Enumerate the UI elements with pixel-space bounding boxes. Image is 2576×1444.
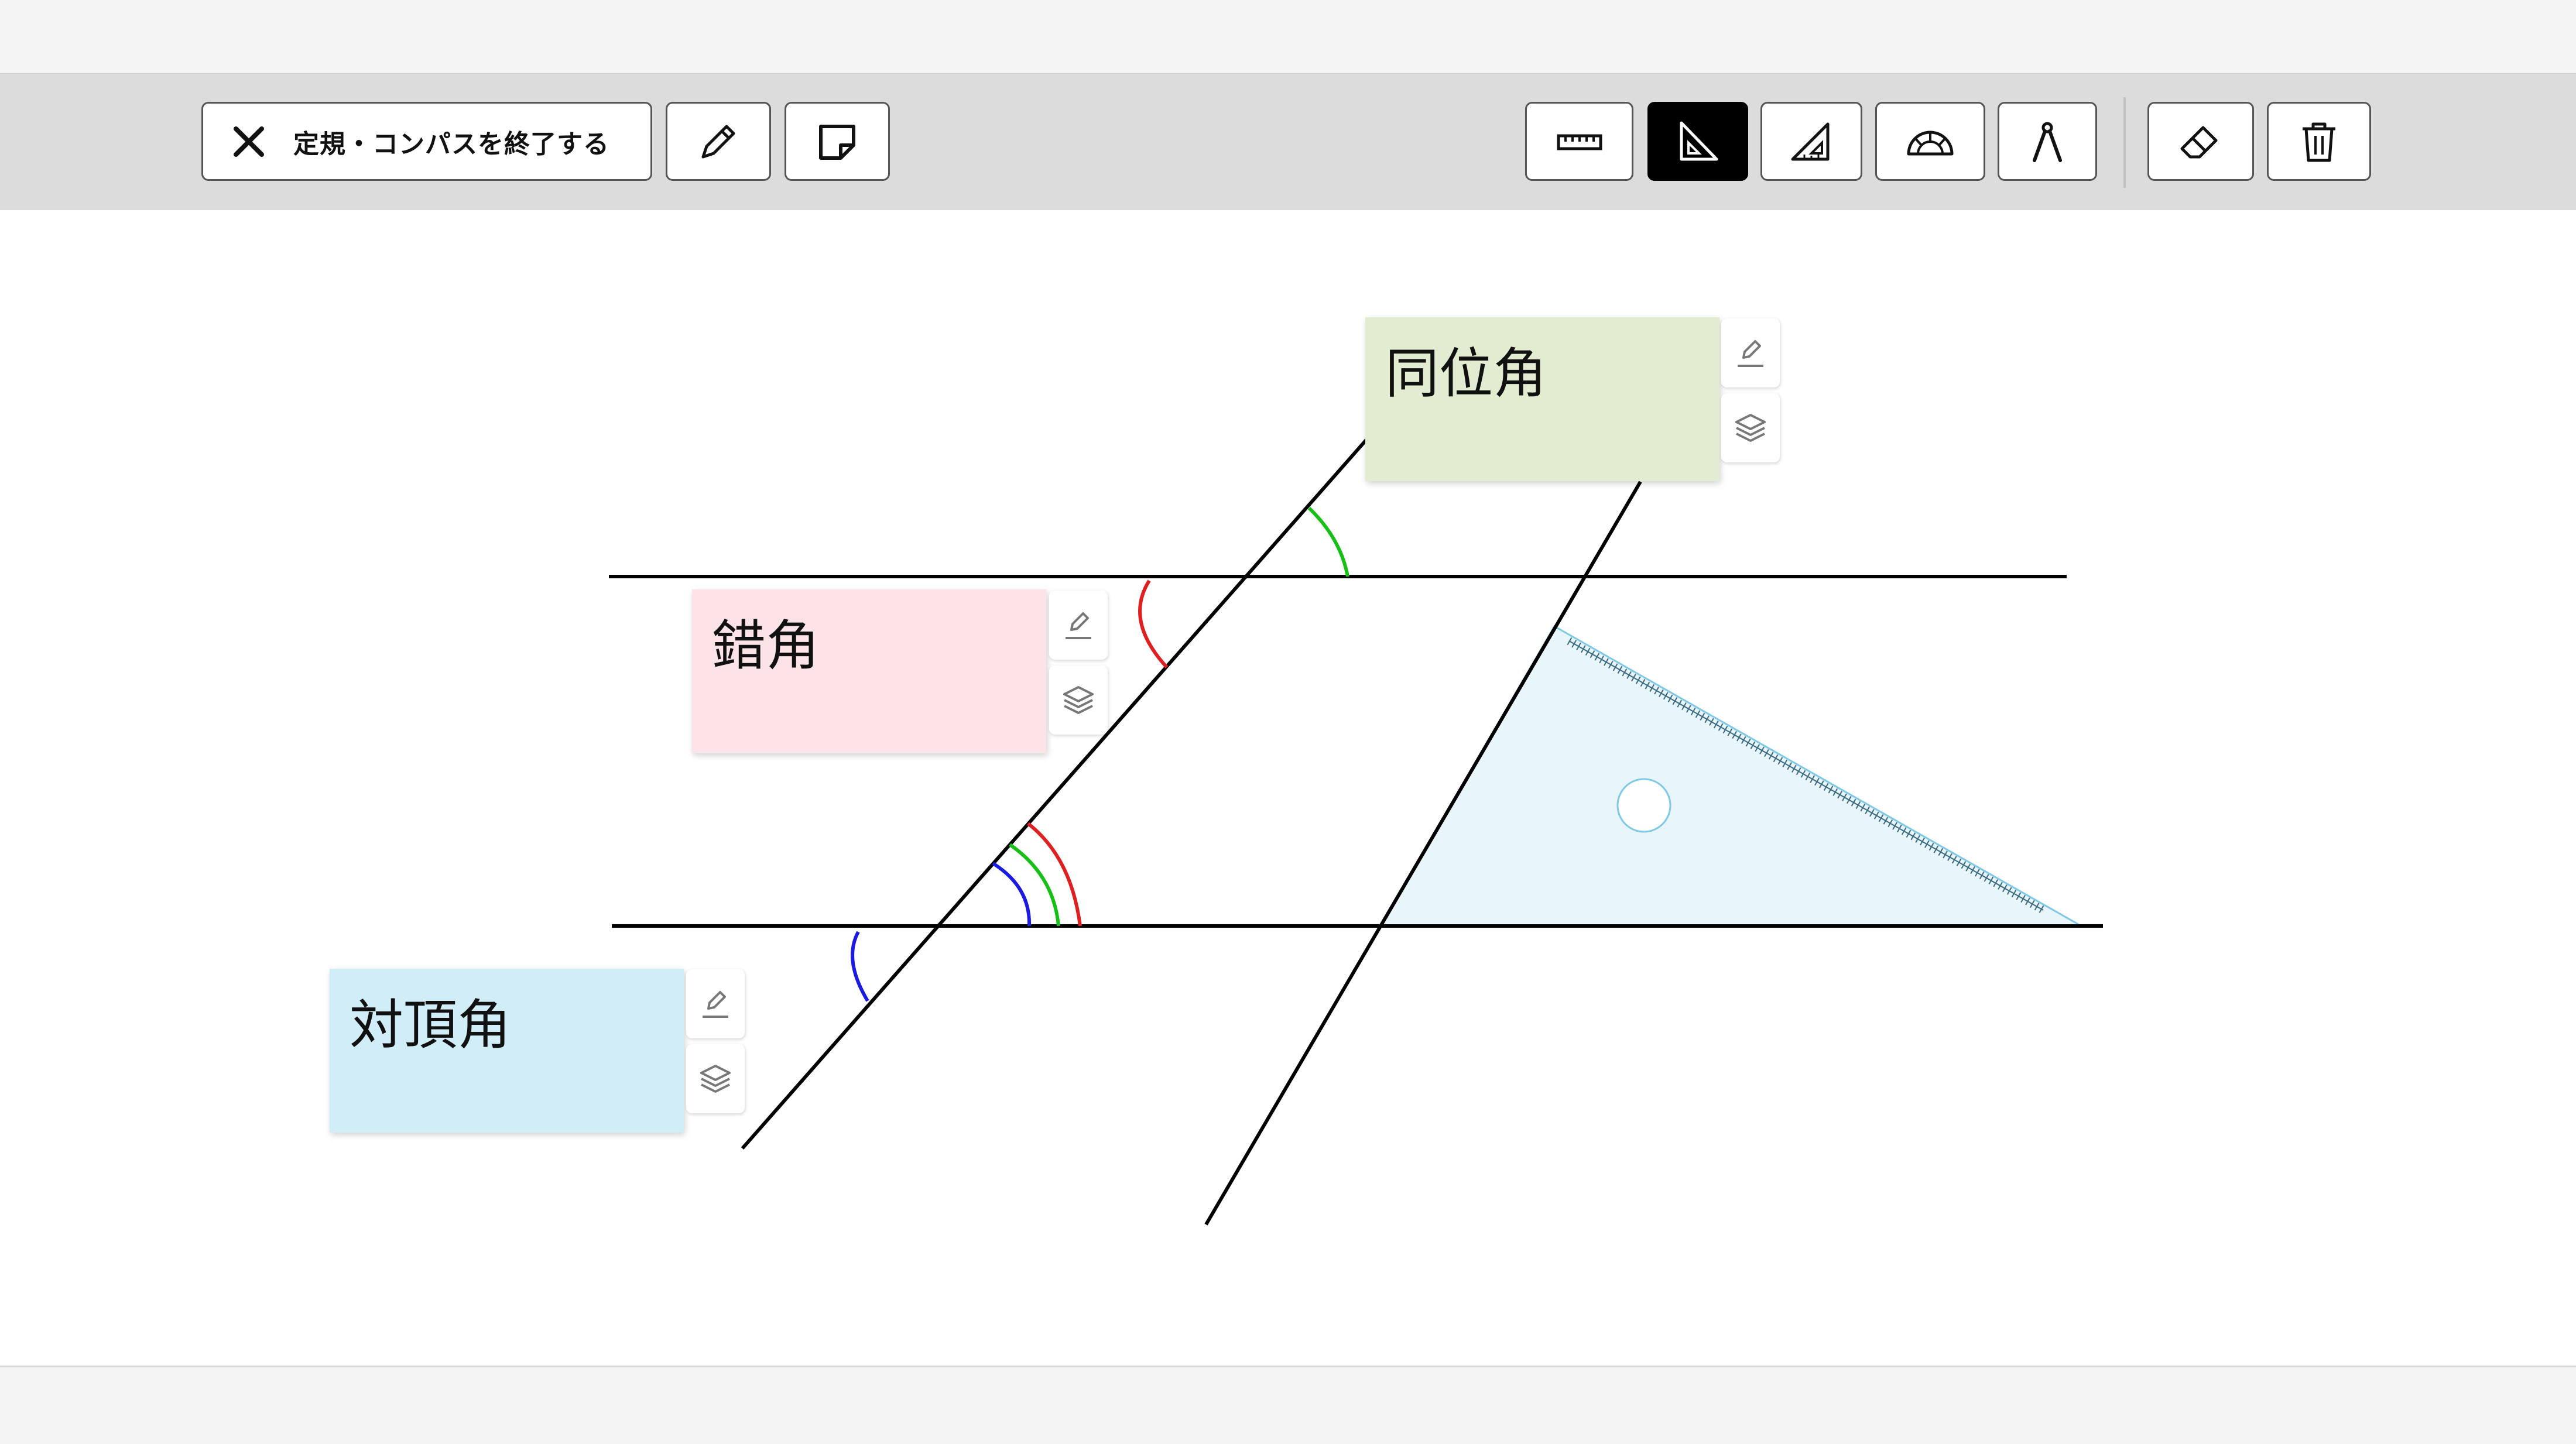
toolbar: 定規・コンパスを終了する — [0, 73, 2576, 211]
sticky-note-tools — [1721, 318, 1780, 468]
transversal-left[interactable] — [741, 438, 1369, 1150]
protractor-icon — [1907, 131, 1954, 155]
edit-pen-icon — [703, 991, 728, 1018]
edit-note-button[interactable] — [686, 969, 745, 1038]
edit-pen-icon — [1066, 612, 1091, 639]
ruler-icon — [1557, 134, 1602, 150]
drawing-canvas[interactable]: 同位角 錯角 対頂角 — [0, 210, 2576, 1367]
eraser-tool-button[interactable] — [2147, 102, 2254, 181]
exit-ruler-compass-button[interactable]: 定規・コンパスを終了する — [201, 102, 652, 181]
delete-all-button[interactable] — [2267, 102, 2371, 181]
sticky-note-text: 対頂角 — [350, 994, 512, 1057]
edit-pen-icon — [1738, 340, 1763, 367]
sticky-note-icon — [819, 124, 855, 160]
sticky-note-text: 同位角 — [1385, 342, 1547, 405]
bottom-bar — [0, 1367, 2576, 1444]
set-square-45-tool-button[interactable] — [1647, 102, 1748, 181]
ruler-tool-button[interactable] — [1525, 102, 1633, 181]
sticky-note-tools — [1049, 591, 1108, 740]
pencil-tool-button[interactable] — [666, 102, 771, 181]
vertical-angle-arc-bottom — [851, 931, 869, 1002]
exit-button-label: 定規・コンパスを終了する — [293, 129, 609, 159]
sticky-note-tools — [686, 969, 745, 1119]
sticky-note-alternate-angle[interactable]: 錯角 — [692, 589, 1046, 753]
corresponding-angle-arc-top — [1307, 506, 1349, 577]
compass-tool-button[interactable] — [1998, 102, 2097, 181]
alternate-angle-arc-top — [1138, 579, 1169, 669]
sticky-note-vertical-angle[interactable]: 対頂角 — [330, 969, 684, 1133]
note-layer-button[interactable] — [686, 1044, 745, 1113]
set-square-30-60-tool-button[interactable] — [1760, 102, 1862, 181]
sticky-note-corresponding-angle[interactable]: 同位角 — [1365, 317, 1719, 481]
set-square-30-60-icon — [1791, 122, 1830, 160]
trash-icon — [2303, 122, 2335, 162]
drawing-layer — [609, 438, 2103, 1226]
layers-icon — [1063, 686, 1094, 714]
edit-note-button[interactable] — [1721, 318, 1780, 387]
protractor-tool-button[interactable] — [1875, 102, 1985, 181]
pencil-icon — [701, 125, 735, 158]
toolbar-separator — [2123, 97, 2126, 188]
layers-icon — [700, 1065, 731, 1093]
layers-icon — [1735, 414, 1766, 442]
note-layer-button[interactable] — [1721, 393, 1780, 462]
note-layer-button[interactable] — [1049, 666, 1108, 735]
top-bar — [0, 0, 2576, 73]
set-square-pivot[interactable] — [1616, 778, 1671, 833]
eraser-icon — [2180, 126, 2218, 158]
set-square-45-icon — [1680, 121, 1718, 160]
alternate-angle-arc-bottom — [1027, 822, 1082, 927]
sticky-note-text: 錯角 — [712, 615, 820, 677]
edit-note-button[interactable] — [1049, 591, 1108, 660]
close-icon — [234, 126, 264, 157]
vertical-angle-arc-top — [992, 862, 1032, 927]
compass-icon — [2033, 122, 2062, 162]
set-square-tool[interactable] — [1379, 625, 2085, 927]
sticky-note-tool-button[interactable] — [785, 102, 890, 181]
